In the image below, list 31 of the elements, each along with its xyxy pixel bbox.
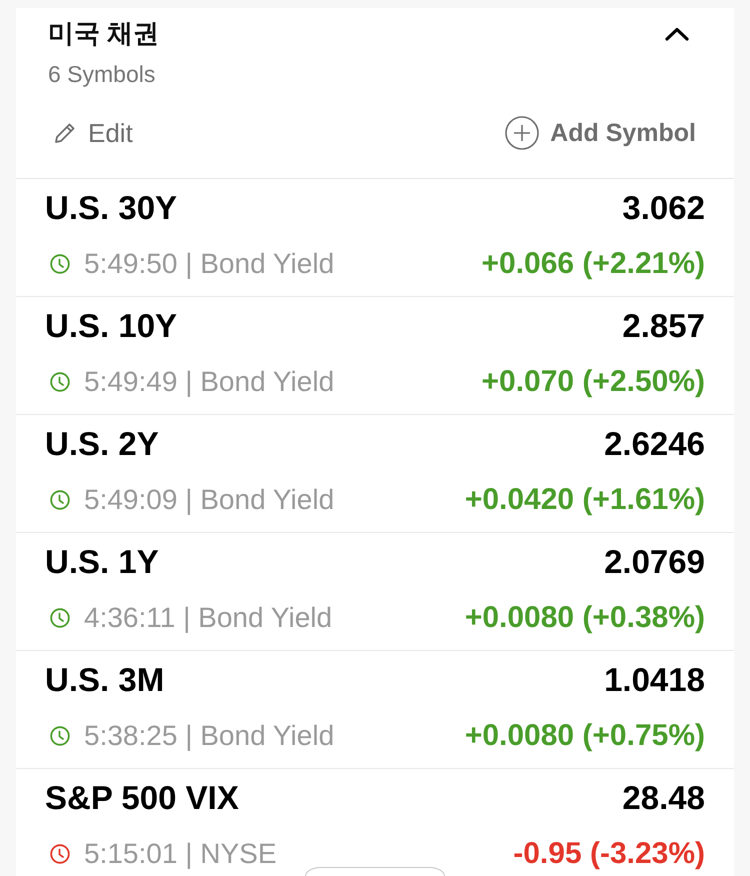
symbol-price: 2.0769 [604,543,705,581]
price-change: +0.0420 (+1.61%) [464,483,705,517]
symbol-price: 28.48 [622,779,705,817]
caret-icon[interactable] [665,27,689,41]
symbol-name: U.S. 1Y [45,543,159,581]
price-change: +0.070 (+2.50%) [482,365,705,399]
edit-button[interactable]: Edit [54,118,133,148]
symbol-price: 2.6246 [604,425,705,463]
symbol-name: U.S. 3M [45,661,164,699]
symbol-price: 1.0418 [604,661,705,699]
watchlist-title: 미국 채권 [48,18,160,48]
quote-time-exchange: 4:36:11 | Bond Yield [84,602,332,634]
price-change: +0.0080 (+0.75%) [464,719,705,753]
quote-time-exchange: 5:15:01 | NYSE [84,838,276,870]
symbol-name: U.S. 2Y [45,425,159,463]
quote-time-exchange: 5:38:25 | Bond Yield [84,720,334,752]
symbol-price: 3.062 [622,189,705,227]
quote-time-exchange: 5:49:09 | Bond Yield [84,484,334,516]
quote-time-exchange: 5:49:50 | Bond Yield [84,248,334,280]
price-change: -0.95 (-3.23%) [513,837,705,871]
symbol-name: U.S. 30Y [45,189,178,227]
price-change: +0.0080 (+0.38%) [464,601,705,635]
symbol-price: 2.857 [622,307,705,345]
price-change: +0.066 (+2.21%) [482,247,705,281]
symbol-name: U.S. 10Y [45,307,178,345]
add-symbol-button[interactable]: Add Symbol [505,116,696,150]
symbol-count: 6 Symbols [48,60,156,88]
symbol-name: S&P 500 VIX [45,779,239,817]
quote-time-exchange: 5:49:49 | Bond Yield [84,366,334,398]
plus-circle-icon [505,116,540,150]
pencil-icon [54,122,76,144]
